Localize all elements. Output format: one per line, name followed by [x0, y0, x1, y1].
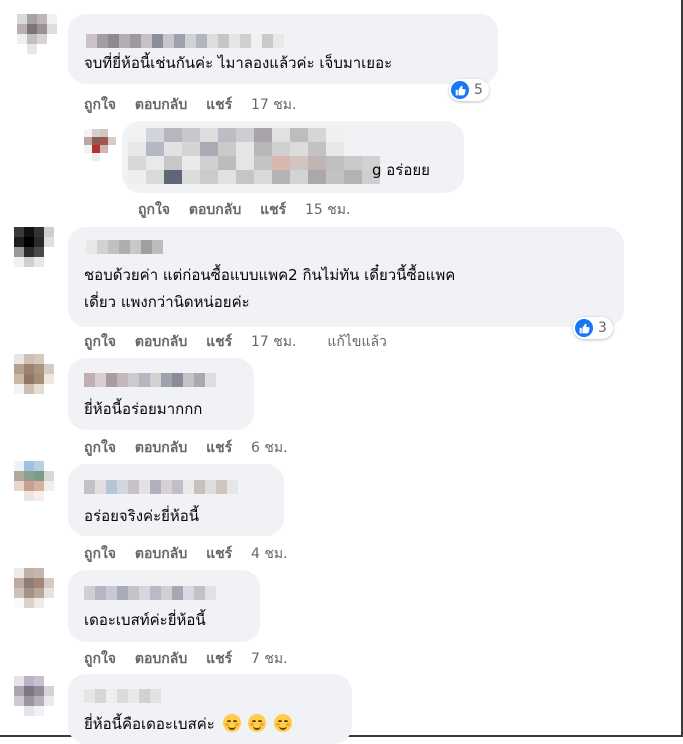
- reaction-count[interactable]: 5: [449, 79, 489, 101]
- avatar[interactable]: [14, 461, 54, 501]
- smiling-face-icon: [222, 714, 241, 732]
- comment-text: อร่อยจริงค่ะยี่ห้อนี้: [84, 507, 200, 525]
- like-button[interactable]: ถูกใจ: [84, 546, 116, 562]
- comment-actions: ถูกใจ ตอบกลับ แชร์ 6 ชม.: [84, 437, 314, 459]
- reaction-number: 3: [598, 320, 607, 336]
- share-button[interactable]: แชร์: [206, 440, 232, 456]
- share-button[interactable]: แชร์: [206, 97, 232, 113]
- comment-actions: ถูกใจ ตอบกลับ แชร์ 7 ชม.: [84, 648, 314, 670]
- like-button[interactable]: ถูกใจ: [84, 334, 116, 350]
- comment-text: ยี่ห้อนี้อร่อยมากกก: [84, 400, 203, 418]
- commenter-name-blurred[interactable]: [84, 586, 216, 600]
- comment-text-line: ชอบด้วยค่า แต่ก่อนซื้อแบบแพค2 กินไม่ทัน …: [84, 266, 456, 284]
- thumbs-up-icon: [451, 81, 469, 99]
- avatar[interactable]: [17, 14, 57, 54]
- avatar[interactable]: [84, 129, 116, 161]
- comment-actions: ถูกใจ ตอบกลับ แชร์ 17 ชม. แก้ไขแล้ว: [84, 331, 387, 353]
- reply-button[interactable]: ตอบกลับ: [135, 651, 187, 667]
- reaction-number: 5: [474, 82, 483, 98]
- timestamp[interactable]: 17 ชม.: [251, 97, 296, 113]
- comment-actions: ถูกใจ ตอบกลับ แชร์ 15 ชม.: [138, 199, 376, 221]
- reply-button[interactable]: ตอบกลับ: [135, 97, 187, 113]
- commenter-name-blurred[interactable]: [84, 480, 238, 494]
- like-button[interactable]: ถูกใจ: [84, 651, 116, 667]
- cropped-top-fragment: [196, 0, 210, 6]
- avatar[interactable]: [14, 227, 54, 267]
- smiling-face-icon: [248, 714, 267, 732]
- comment-actions: ถูกใจ ตอบกลับ แชร์ 17 ชม.: [84, 94, 322, 116]
- commenter-name-blurred[interactable]: [128, 128, 380, 184]
- reply-button[interactable]: ตอบกลับ: [135, 440, 187, 456]
- commenter-name-blurred[interactable]: [84, 689, 161, 703]
- edited-label[interactable]: แก้ไขแล้ว: [327, 334, 387, 350]
- comment-text: เดอะเบสท์ค่ะยี่ห้อนี้: [84, 611, 206, 629]
- comment-text: จบที่ยี่ห้อนี้เช่นกันค่ะ ไมาลองแล้วค่ะ เ…: [84, 54, 393, 72]
- comment-actions: ถูกใจ ตอบกลับ แชร์ 4 ชม.: [84, 543, 314, 565]
- share-button[interactable]: แชร์: [206, 546, 232, 562]
- timestamp[interactable]: 6 ชม.: [251, 440, 288, 456]
- timestamp[interactable]: 4 ชม.: [251, 546, 288, 562]
- like-button[interactable]: ถูกใจ: [84, 97, 116, 113]
- avatar[interactable]: [14, 354, 54, 394]
- reply-button[interactable]: ตอบกลับ: [135, 546, 187, 562]
- comment-text: g อร่อยย: [372, 161, 430, 179]
- share-button[interactable]: แชร์: [206, 651, 232, 667]
- commenter-name-blurred[interactable]: [86, 240, 163, 254]
- like-button[interactable]: ถูกใจ: [138, 202, 170, 218]
- comment-text: ยี่ห้อนี้คือเดอะเบสค่ะ: [84, 715, 215, 733]
- smiling-face-icon: [274, 714, 293, 732]
- avatar[interactable]: [14, 568, 54, 608]
- share-button[interactable]: แชร์: [260, 202, 286, 218]
- thumbs-up-icon: [575, 319, 593, 337]
- comment-text-with-emoji: ยี่ห้อนี้คือเดอะเบสค่ะ: [84, 711, 293, 738]
- timestamp[interactable]: 17 ชม.: [251, 334, 296, 350]
- comment-text-line: เดี่ยว แพงกว่านิดหน่อยค่ะ: [84, 293, 250, 311]
- share-button[interactable]: แชร์: [206, 334, 232, 350]
- avatar[interactable]: [14, 676, 54, 716]
- commenter-name-blurred[interactable]: [84, 373, 216, 387]
- reply-button[interactable]: ตอบกลับ: [189, 202, 241, 218]
- reply-button[interactable]: ตอบกลับ: [135, 334, 187, 350]
- reaction-count[interactable]: 3: [573, 317, 613, 339]
- timestamp[interactable]: 7 ชม.: [251, 651, 288, 667]
- like-button[interactable]: ถูกใจ: [84, 440, 116, 456]
- commenter-name-blurred[interactable]: [86, 34, 284, 48]
- timestamp[interactable]: 15 ชม.: [305, 202, 350, 218]
